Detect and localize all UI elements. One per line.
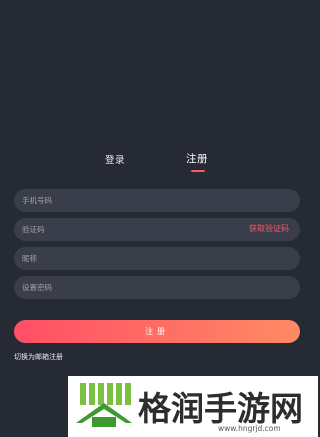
active-tab-indicator xyxy=(191,170,205,172)
tab-login[interactable]: 登录 xyxy=(105,152,125,166)
password-input[interactable] xyxy=(14,276,222,299)
password-field xyxy=(14,276,300,299)
verification-code-input[interactable] xyxy=(14,218,222,241)
phone-field xyxy=(14,189,300,212)
get-code-button[interactable]: 获取验证码 xyxy=(249,223,289,234)
nickname-field xyxy=(14,247,300,270)
watermark-logo-icon xyxy=(76,383,132,427)
phone-input[interactable] xyxy=(14,189,222,212)
watermark-url: www.hngrjd.com xyxy=(218,424,281,433)
nickname-input[interactable] xyxy=(14,247,222,270)
auth-tabs: 登录 注册 xyxy=(0,152,318,176)
register-button[interactable]: 注册 xyxy=(14,320,300,343)
watermark: 格润手游网 www.hngrjd.com xyxy=(68,376,318,437)
tab-register[interactable]: 注册 xyxy=(186,151,208,166)
switch-to-email-link[interactable]: 切换为邮箱注册 xyxy=(14,352,63,362)
verification-code-field: 获取验证码 xyxy=(14,218,300,241)
watermark-title: 格润手游网 xyxy=(138,389,303,428)
